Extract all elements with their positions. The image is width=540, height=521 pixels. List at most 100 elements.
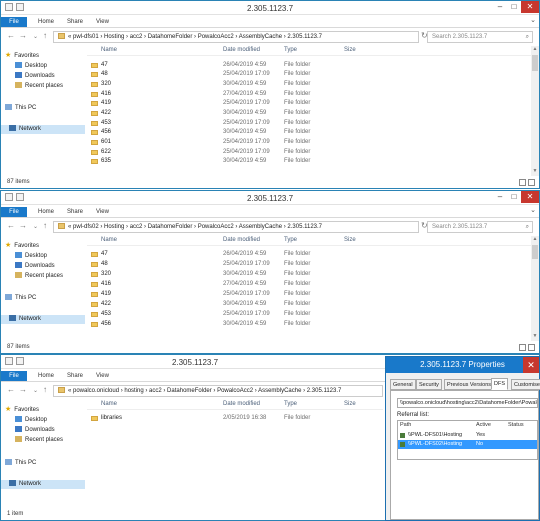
- nav-network[interactable]: Network: [1, 315, 85, 324]
- tab-security[interactable]: Security: [416, 379, 442, 390]
- column-type[interactable]: Type: [284, 47, 297, 53]
- tab-share[interactable]: Share: [67, 371, 83, 381]
- column-active[interactable]: Active: [476, 422, 491, 428]
- scroll-down-icon[interactable]: ▼: [531, 168, 539, 176]
- nav-recent-places[interactable]: Recent places: [15, 436, 63, 445]
- file-row[interactable]: 47 26/04/2019 4:59 File folder: [87, 61, 539, 70]
- tab-file[interactable]: File: [1, 17, 27, 27]
- nav-desktop[interactable]: Desktop: [15, 252, 47, 261]
- scroll-up-icon[interactable]: ▲: [531, 236, 539, 244]
- maximize-button[interactable]: □: [507, 191, 521, 203]
- nav-recent-places[interactable]: Recent places: [15, 82, 63, 91]
- large-icons-view-icon[interactable]: [528, 179, 535, 186]
- tab-share[interactable]: Share: [67, 17, 83, 27]
- file-row[interactable]: 601 25/04/2019 17:09 File folder: [87, 138, 539, 147]
- file-row[interactable]: 47 26/04/2019 4:59 File folder: [87, 250, 539, 259]
- chevron-down-icon[interactable]: ⌄: [530, 206, 536, 214]
- nav-desktop[interactable]: Desktop: [15, 62, 47, 71]
- details-view-icon[interactable]: [519, 179, 526, 186]
- nav-recent-places[interactable]: Recent places: [15, 272, 63, 281]
- file-row[interactable]: 422 30/04/2019 4:59 File folder: [87, 109, 539, 118]
- column-date-modified[interactable]: Date modified: [223, 47, 260, 53]
- large-icons-view-icon[interactable]: [528, 344, 535, 351]
- dialog-title[interactable]: 2.305.1123.7 Properties: [386, 357, 539, 373]
- maximize-button[interactable]: □: [507, 1, 521, 13]
- file-row[interactable]: 422 30/04/2019 4:59 File folder: [87, 300, 539, 309]
- file-row[interactable]: 48 25/04/2019 17:09 File folder: [87, 260, 539, 269]
- title-bar[interactable]: 2.305.1123.7 – □ ✕: [1, 1, 539, 15]
- scrollbar-thumb[interactable]: [532, 55, 538, 71]
- recent-chevron-icon[interactable]: ⌄: [33, 33, 38, 40]
- chevron-down-icon[interactable]: ⌄: [530, 16, 536, 24]
- file-row[interactable]: 453 25/04/2019 17:09 File folder: [87, 310, 539, 319]
- tab-general[interactable]: General: [390, 379, 416, 390]
- search-input[interactable]: Search 2.305.1123.7 ⌕: [427, 31, 533, 43]
- column-name[interactable]: Name: [101, 47, 117, 53]
- file-row[interactable]: 456 30/04/2019 4:59 File folder: [87, 320, 539, 329]
- minimize-button[interactable]: –: [493, 1, 507, 13]
- file-row[interactable]: 622 25/04/2019 17:09 File folder: [87, 148, 539, 157]
- forward-arrow-icon[interactable]: →: [19, 221, 27, 230]
- tab-home[interactable]: Home: [38, 207, 54, 217]
- column-date-modified[interactable]: Date modified: [223, 401, 260, 407]
- referral-row-selected[interactable]: \\PWL-DFS02\Hosting No: [398, 440, 537, 449]
- nav-desktop[interactable]: Desktop: [15, 416, 47, 425]
- scroll-up-icon[interactable]: ▲: [531, 46, 539, 54]
- file-row[interactable]: 416 27/04/2019 4:59 File folder: [87, 90, 539, 99]
- tab-dfs[interactable]: DFS: [491, 378, 508, 390]
- column-name[interactable]: Name: [101, 237, 117, 243]
- details-view-icon[interactable]: [519, 344, 526, 351]
- referral-row[interactable]: \\PWL-DFS01\Hosting Yes: [398, 431, 537, 440]
- vertical-scrollbar[interactable]: ▲ ▼: [531, 236, 539, 341]
- tab-home[interactable]: Home: [38, 17, 54, 27]
- file-row[interactable]: 419 25/04/2019 17:09 File folder: [87, 99, 539, 108]
- column-type[interactable]: Type: [284, 401, 297, 407]
- tab-previous-versions[interactable]: Previous Versions: [444, 379, 495, 390]
- file-row[interactable]: 419 25/04/2019 17:09 File folder: [87, 290, 539, 299]
- column-size[interactable]: Size: [344, 237, 356, 243]
- file-row[interactable]: 48 25/04/2019 17:09 File folder: [87, 70, 539, 79]
- address-bar[interactable]: « pwl-dfs02 › Hosting › acc2 › DatahomeF…: [53, 221, 419, 233]
- recent-chevron-icon[interactable]: ⌄: [33, 387, 38, 394]
- file-row[interactable]: libraries 2/05/2019 16:38 File folder: [87, 414, 383, 423]
- back-arrow-icon[interactable]: ←: [7, 31, 15, 40]
- nav-network[interactable]: Network: [1, 480, 85, 489]
- address-bar[interactable]: « powalco.onicloud › hosting › acc2 › Da…: [53, 385, 383, 397]
- forward-arrow-icon[interactable]: →: [19, 385, 27, 394]
- tab-file[interactable]: File: [1, 207, 27, 217]
- back-arrow-icon[interactable]: ←: [7, 221, 15, 230]
- tab-home[interactable]: Home: [38, 371, 54, 381]
- file-row[interactable]: 320 30/04/2019 4:59 File folder: [87, 80, 539, 89]
- scrollbar-thumb[interactable]: [532, 245, 538, 259]
- nav-this-pc[interactable]: This PC: [5, 104, 36, 113]
- forward-arrow-icon[interactable]: →: [19, 31, 27, 40]
- back-arrow-icon[interactable]: ←: [7, 385, 15, 394]
- nav-this-pc[interactable]: This PC: [5, 294, 36, 303]
- file-row[interactable]: 320 30/04/2019 4:59 File folder: [87, 270, 539, 279]
- column-status[interactable]: Status: [508, 422, 524, 428]
- dfs-path-field[interactable]: \\powalco.onicloud\hosting\acc2\Datahome…: [397, 398, 538, 408]
- column-size[interactable]: Size: [344, 401, 356, 407]
- tab-view[interactable]: View: [96, 207, 109, 217]
- up-arrow-icon[interactable]: ↑: [43, 31, 47, 40]
- file-row[interactable]: 456 30/04/2019 4:59 File folder: [87, 128, 539, 137]
- nav-favorites[interactable]: ★ Favorites: [5, 52, 39, 61]
- file-row[interactable]: 416 27/04/2019 4:59 File folder: [87, 280, 539, 289]
- vertical-scrollbar[interactable]: ▲ ▼: [531, 46, 539, 176]
- search-input[interactable]: Search 2.305.1123.7 ⌕: [427, 221, 533, 233]
- file-row[interactable]: 635 30/04/2019 4:59 File folder: [87, 157, 539, 166]
- tab-view[interactable]: View: [96, 17, 109, 27]
- column-size[interactable]: Size: [344, 47, 356, 53]
- title-bar[interactable]: 2.305.1123.7 – □ ✕: [1, 191, 539, 205]
- column-date-modified[interactable]: Date modified: [223, 237, 260, 243]
- column-path[interactable]: Path: [400, 422, 411, 428]
- minimize-button[interactable]: –: [493, 191, 507, 203]
- close-button[interactable]: ✕: [521, 1, 539, 13]
- tab-customise[interactable]: Customise: [511, 379, 540, 390]
- nav-favorites[interactable]: ★ Favorites: [5, 406, 39, 415]
- nav-downloads[interactable]: Downloads: [15, 72, 55, 81]
- nav-network[interactable]: Network: [1, 125, 85, 134]
- referral-list[interactable]: Path Active Status \\PWL-DFS01\Hosting Y…: [397, 420, 538, 460]
- scroll-down-icon[interactable]: ▼: [531, 333, 539, 341]
- dialog-close-button[interactable]: ✕: [523, 357, 539, 373]
